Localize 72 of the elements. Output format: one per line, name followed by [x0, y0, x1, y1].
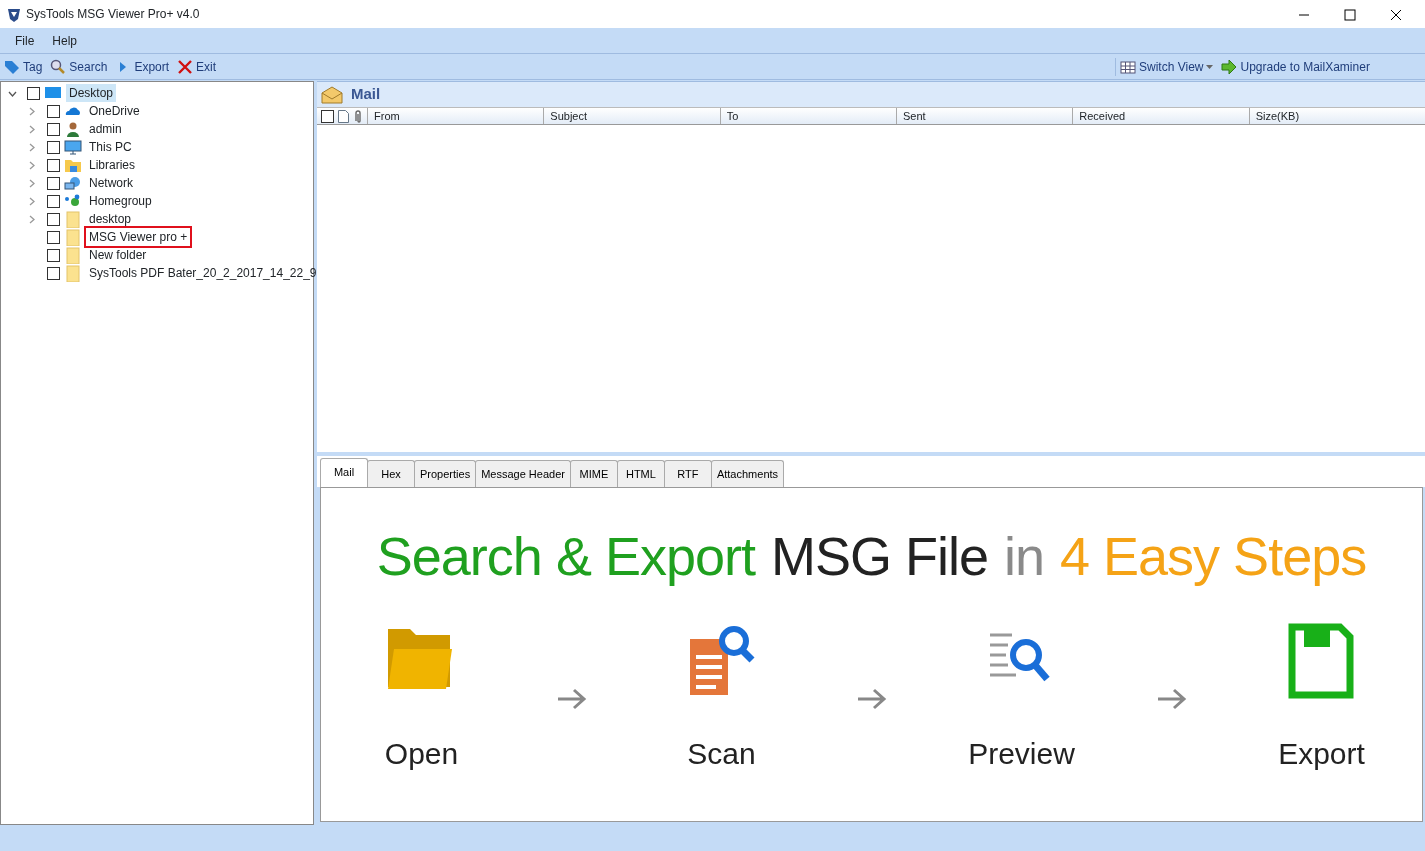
toolbar-button[interactable]: Tag: [0, 57, 47, 76]
headline-text: MSG File: [770, 525, 988, 588]
menu-item[interactable]: File: [8, 29, 42, 52]
tree-checkbox[interactable]: [47, 122, 60, 136]
tab[interactable]: Properties: [414, 459, 477, 487]
caret-icon: [1206, 64, 1214, 69]
tree-item[interactable]: Homegroup: [86, 192, 155, 210]
arrow-icon: [856, 686, 887, 711]
tree-item[interactable]: SysTools PDF Bater_20_2_2017_14_22_9: [86, 264, 320, 282]
folder-icon: [64, 263, 82, 283]
headline-text: Search & Export: [376, 525, 755, 588]
folder-icon: [64, 245, 82, 265]
tab[interactable]: Mail: [320, 457, 368, 487]
search-icon: [50, 57, 67, 76]
close-icon: [1390, 8, 1402, 21]
tree-item[interactable]: Network: [86, 174, 136, 192]
tree-checkbox[interactable]: [47, 158, 60, 172]
envelope-icon: [321, 85, 343, 104]
tree-item[interactable]: This PC: [86, 138, 135, 156]
paperclip-icon: [353, 107, 363, 125]
toolbar-button[interactable]: Upgrade to MailXaminer: [1217, 57, 1374, 76]
tree-item[interactable]: desktop: [86, 210, 135, 228]
tree-checkbox[interactable]: [47, 248, 60, 262]
toolbar-button[interactable]: Search: [46, 57, 112, 76]
close-icon: [177, 57, 194, 76]
tree-item[interactable]: admin: [86, 120, 125, 138]
tree-checkbox[interactable]: [47, 194, 60, 208]
arrow-icon: [1221, 57, 1238, 76]
column-header[interactable]: Sent: [896, 108, 1073, 124]
tree-checkbox[interactable]: [47, 230, 60, 244]
tree-item[interactable]: Desktop: [66, 84, 117, 102]
tree-item[interactable]: OneDrive: [86, 102, 143, 120]
toolbar-button[interactable]: Export: [111, 57, 174, 76]
panel-title: Mail: [351, 84, 381, 105]
tab[interactable]: HTML: [616, 459, 665, 487]
tab[interactable]: Hex: [367, 459, 415, 487]
tree-item[interactable]: MSG Viewer pro +: [86, 228, 191, 246]
column-header[interactable]: Subject: [543, 108, 720, 124]
step-label: Scan: [687, 736, 756, 772]
tree-item[interactable]: Libraries: [86, 156, 139, 174]
column-header[interactable]: From: [367, 108, 544, 124]
column-header[interactable]: To: [719, 108, 896, 124]
tree-item[interactable]: New folder: [86, 246, 150, 264]
tab[interactable]: Attachments: [710, 459, 785, 487]
toolbar-button[interactable]: Switch View: [1116, 57, 1218, 76]
arrow-icon: [1156, 686, 1187, 711]
chevron-icon[interactable]: [7, 90, 17, 97]
tree-checkbox[interactable]: [47, 212, 60, 226]
toolbar-button[interactable]: Exit: [173, 57, 221, 76]
column-header[interactable]: Received: [1072, 108, 1249, 124]
tree-checkbox[interactable]: [47, 266, 60, 280]
tab[interactable]: RTF: [663, 459, 712, 487]
tab[interactable]: MIME: [569, 459, 618, 487]
tree-checkbox[interactable]: [47, 104, 60, 118]
folder-icon: [64, 209, 82, 229]
step-label: Export: [1278, 736, 1365, 772]
document-icon: [338, 107, 349, 125]
headline-text: in: [1004, 525, 1045, 588]
arrow-icon: [556, 686, 587, 711]
tree-checkbox[interactable]: [47, 176, 60, 190]
tree-checkbox[interactable]: [27, 86, 40, 100]
menu-item[interactable]: Help: [45, 29, 85, 52]
maximize-icon: [1344, 8, 1356, 21]
tab[interactable]: Message Header: [475, 459, 571, 487]
folder-icon: [64, 227, 82, 247]
tree-checkbox[interactable]: [47, 140, 60, 154]
window-title: SysTools MSG Viewer Pro+ v4.0: [26, 6, 200, 23]
step-label: Preview: [968, 736, 1075, 772]
step-label: Open: [384, 736, 459, 772]
column-header[interactable]: Size(KB): [1248, 108, 1425, 124]
headline-text: 4 Easy Steps: [1060, 525, 1367, 588]
select-all-checkbox[interactable]: [321, 109, 334, 123]
